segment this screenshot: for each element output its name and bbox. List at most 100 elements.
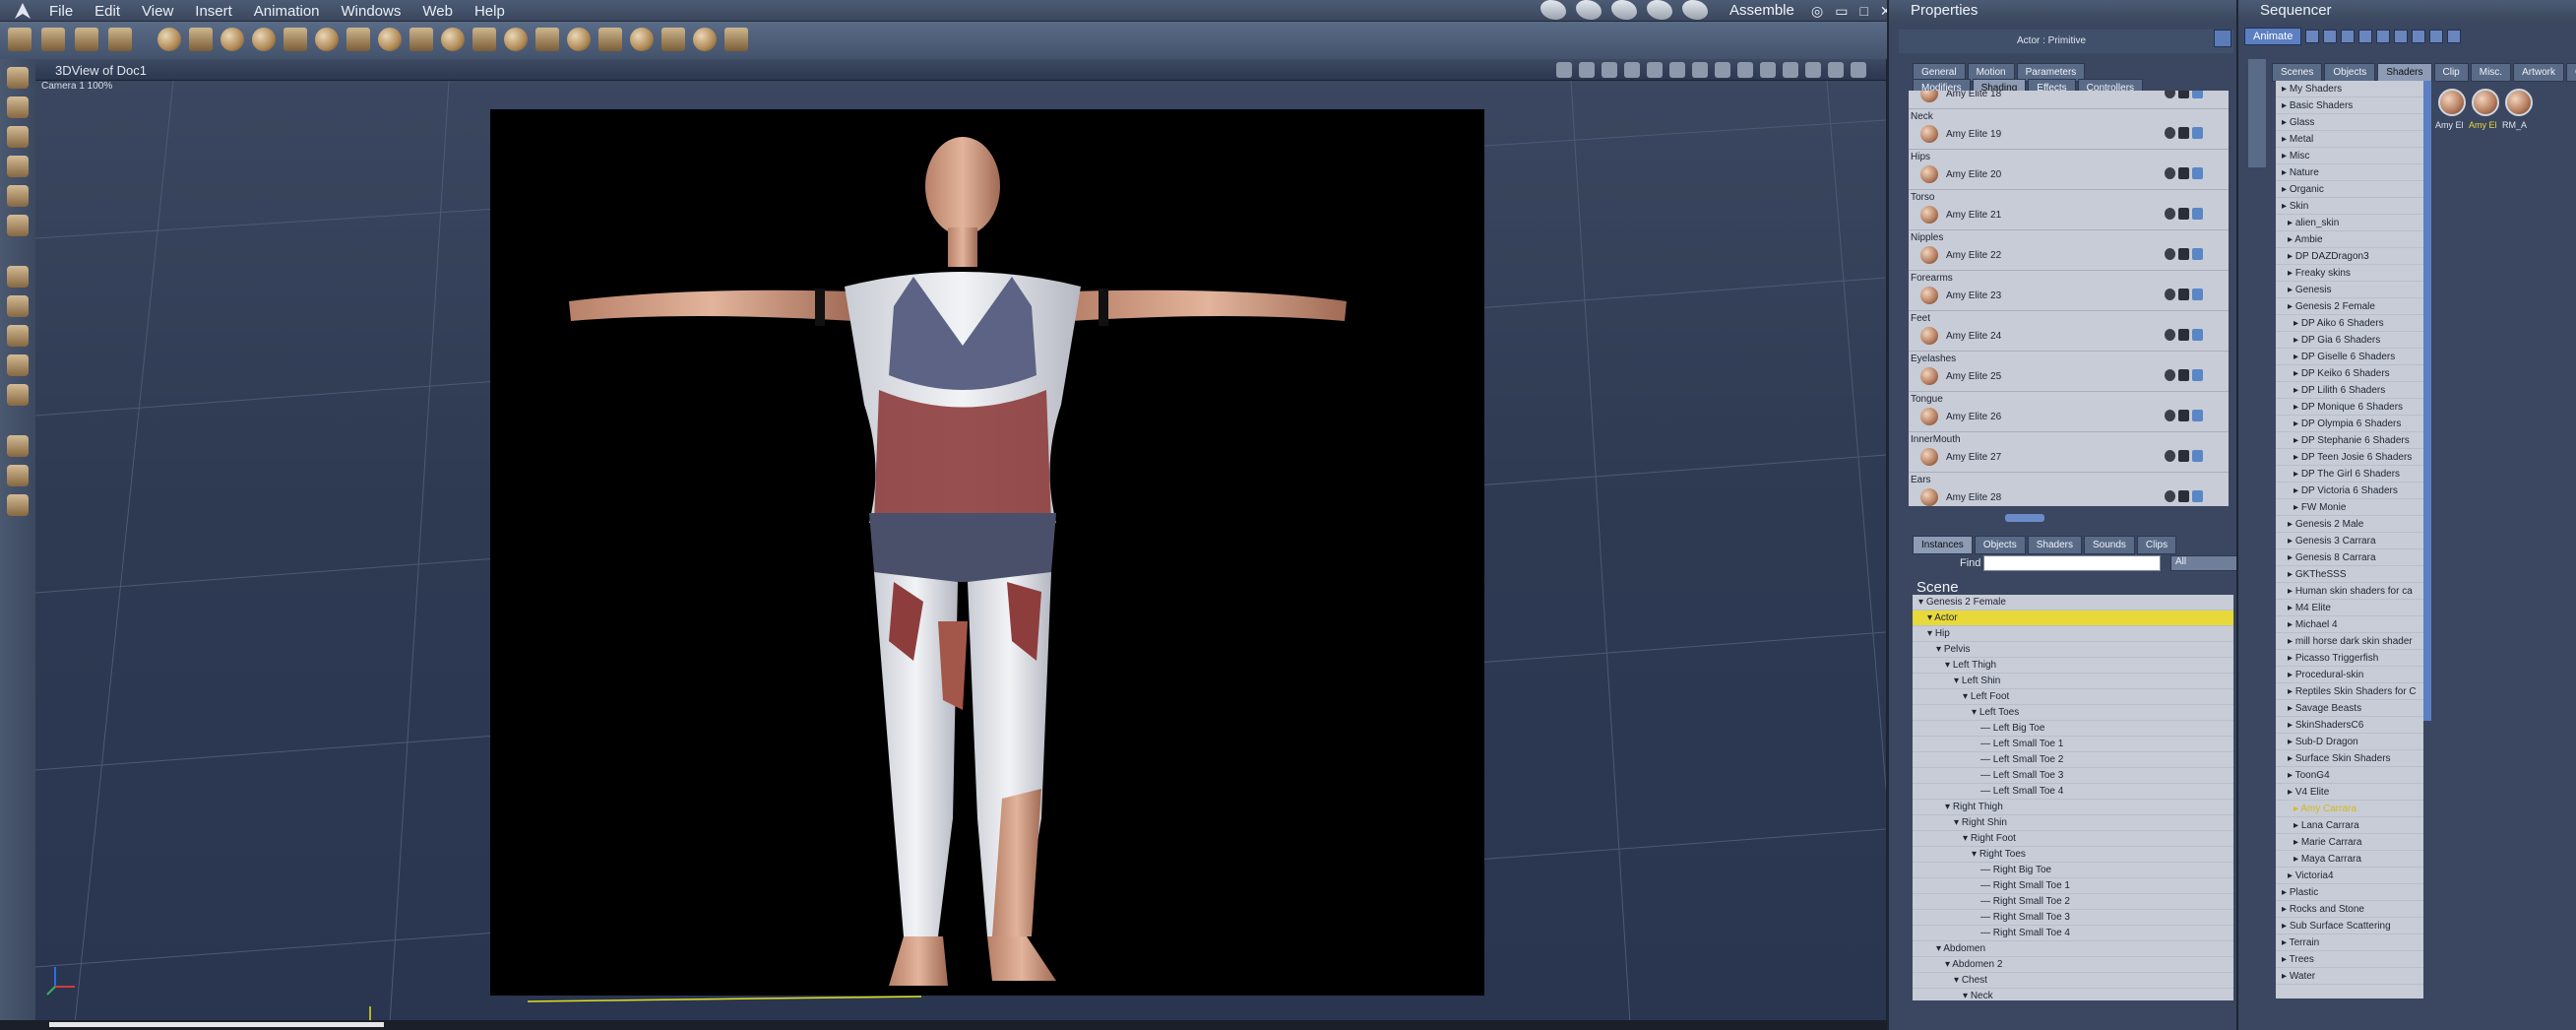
end-icon[interactable] [2394,30,2409,43]
shader-menu-icon[interactable] [2192,410,2203,421]
expand-arrow-icon[interactable]: ▸ [2282,184,2290,195]
rotate-icon[interactable] [7,126,29,148]
bird-icon[interactable] [598,28,622,51]
ash-icon[interactable] [472,28,496,51]
tree-node[interactable]: — Right Small Toe 1 [1913,878,2233,894]
expand-arrow-icon[interactable]: ▸ [2293,318,2301,329]
tree-node[interactable]: ▾ Abdomen [1913,941,2233,957]
menu-web[interactable]: Web [422,3,453,20]
tree-toggle-icon[interactable]: ▾ [1945,660,1953,671]
animate-toggle-button[interactable] [2214,30,2231,47]
translate-z-icon[interactable] [7,295,29,317]
view-mode-icon[interactable] [1602,62,1617,78]
tree-node[interactable]: ▾ Pelvis [1913,642,2233,658]
expand-arrow-icon[interactable]: ▸ [2288,653,2295,664]
tree-node[interactable]: — Left Small Toe 2 [1913,752,2233,768]
expand-arrow-icon[interactable]: ▸ [2293,469,2301,480]
tree-node[interactable]: ▾ Right Shin [1913,815,2233,831]
tree-node[interactable]: — Left Small Toe 1 [1913,737,2233,752]
tree-toggle-icon[interactable]: ▾ [1963,691,1971,702]
grey-sphere-icon[interactable] [1851,62,1866,78]
library-item[interactable]: ▸ alien_skin [2276,215,2423,231]
library-item[interactable]: ▸ FW Monie [2276,499,2423,516]
library-scrollbar[interactable] [2423,81,2431,721]
camera-view-icon[interactable] [7,435,29,457]
expand-arrow-icon[interactable]: ▸ [2288,686,2295,697]
tree-toggle-icon[interactable]: — [1980,739,1993,749]
minimize-icon[interactable]: ▭ [1835,3,1848,20]
shader-row[interactable]: Eyelashes Amy Elite 25 [1909,352,2229,392]
shader-grid-icon[interactable] [2178,167,2189,179]
shader-sphere-icon[interactable] [2165,248,2175,260]
library-item[interactable]: ▸ Marie Carrara [2276,834,2423,851]
maximize-icon[interactable]: □ [1859,3,1867,20]
tab-objects-browser[interactable]: Objects [2324,63,2376,82]
library-item[interactable]: ▸ DP DAZDragon3 [2276,248,2423,265]
shader-row[interactable]: HeadAmy Elite 18 [1909,91,2229,109]
rewind-icon[interactable] [2305,30,2320,43]
shader-sphere-icon[interactable] [2165,490,2175,502]
splitter-handle[interactable] [2005,514,2044,522]
shader-sphere-icon[interactable] [2165,289,2175,300]
tree-toggle-icon[interactable]: — [1980,912,1993,923]
animate-button[interactable]: Animate [2244,28,2302,45]
expand-arrow-icon[interactable]: ▸ [2288,268,2295,279]
shader-thumbnail[interactable] [2438,89,2466,116]
tree-node[interactable]: ▾ Right Toes [1913,847,2233,863]
shader-menu-icon[interactable] [2192,450,2203,462]
expand-arrow-icon[interactable]: ▸ [2293,502,2301,513]
menu-help[interactable]: Help [474,3,505,20]
tree-toggle-icon[interactable]: ▾ [1927,628,1935,639]
tree-toggle-icon[interactable]: ▾ [1972,707,1979,718]
expand-arrow-icon[interactable]: ▸ [2288,301,2295,312]
shader-row[interactable]: Feet Amy Elite 24 [1909,311,2229,352]
tab-clip[interactable]: Clip [2433,63,2469,82]
loop-icon[interactable] [2412,30,2426,43]
pan-hand-icon[interactable] [7,465,29,486]
shader-menu-icon[interactable] [2192,248,2203,260]
library-item[interactable]: ▸ My Shaders [2276,81,2423,97]
expand-arrow-icon[interactable]: ▸ [2293,485,2301,496]
translate-icon[interactable] [7,266,29,288]
shader-grid-icon[interactable] [2178,329,2189,341]
layout-four-icon[interactable] [1669,62,1685,78]
shader-preview-icon[interactable] [1920,448,1938,466]
expand-arrow-icon[interactable]: ▸ [2288,603,2295,613]
move-icon[interactable] [7,97,29,118]
shader-grid-icon[interactable] [2178,248,2189,260]
tab-shaders[interactable]: Shaders [2027,536,2082,554]
menu-insert[interactable]: Insert [195,3,232,20]
play-icon[interactable] [2358,30,2373,43]
gear-icon[interactable] [315,28,339,51]
expand-arrow-icon[interactable]: ▸ [2293,435,2301,446]
text-icon[interactable] [283,28,307,51]
bowl-icon[interactable] [567,28,591,51]
shading-icon[interactable] [1760,62,1776,78]
expand-arrow-icon[interactable]: ▸ [2288,285,2295,295]
shader-preview-icon[interactable] [1920,125,1938,143]
expand-arrow-icon[interactable]: ▸ [2293,335,2301,346]
shader-grid-icon[interactable] [2178,410,2189,421]
shader-grid-icon[interactable] [2178,91,2189,98]
fit-view-icon[interactable] [1579,62,1595,78]
library-item[interactable]: ▸ Sub-D Dragon [2276,734,2423,750]
expand-arrow-icon[interactable]: ▸ [2282,84,2290,95]
tree-node[interactable]: — Right Big Toe [1913,863,2233,878]
tree-node[interactable]: ▾ Left Toes [1913,705,2233,721]
shader-preview-icon[interactable] [1920,165,1938,183]
tab-artwork[interactable]: Artwork [2513,63,2564,82]
library-item[interactable]: ▸ Trees [2276,951,2423,968]
tab-shaders-browser[interactable]: Shaders [2377,63,2432,82]
library-item[interactable]: ▸ Reptiles Skin Shaders for C [2276,683,2423,700]
tree-toggle-icon[interactable]: ▾ [1954,817,1962,828]
render-area-icon[interactable] [1715,62,1730,78]
room-model-icon[interactable] [1540,0,1566,20]
expand-arrow-icon[interactable]: ▸ [2288,586,2295,597]
tab-scenes[interactable]: Scenes [2272,63,2323,82]
move-view-icon[interactable] [1556,62,1572,78]
expand-arrow-icon[interactable]: ▸ [2293,820,2301,831]
zoom-icon[interactable] [7,494,29,516]
ground-icon[interactable] [1783,62,1798,78]
spline-icon[interactable] [441,28,465,51]
library-item[interactable]: ▸ Amy Carrara [2276,801,2423,817]
